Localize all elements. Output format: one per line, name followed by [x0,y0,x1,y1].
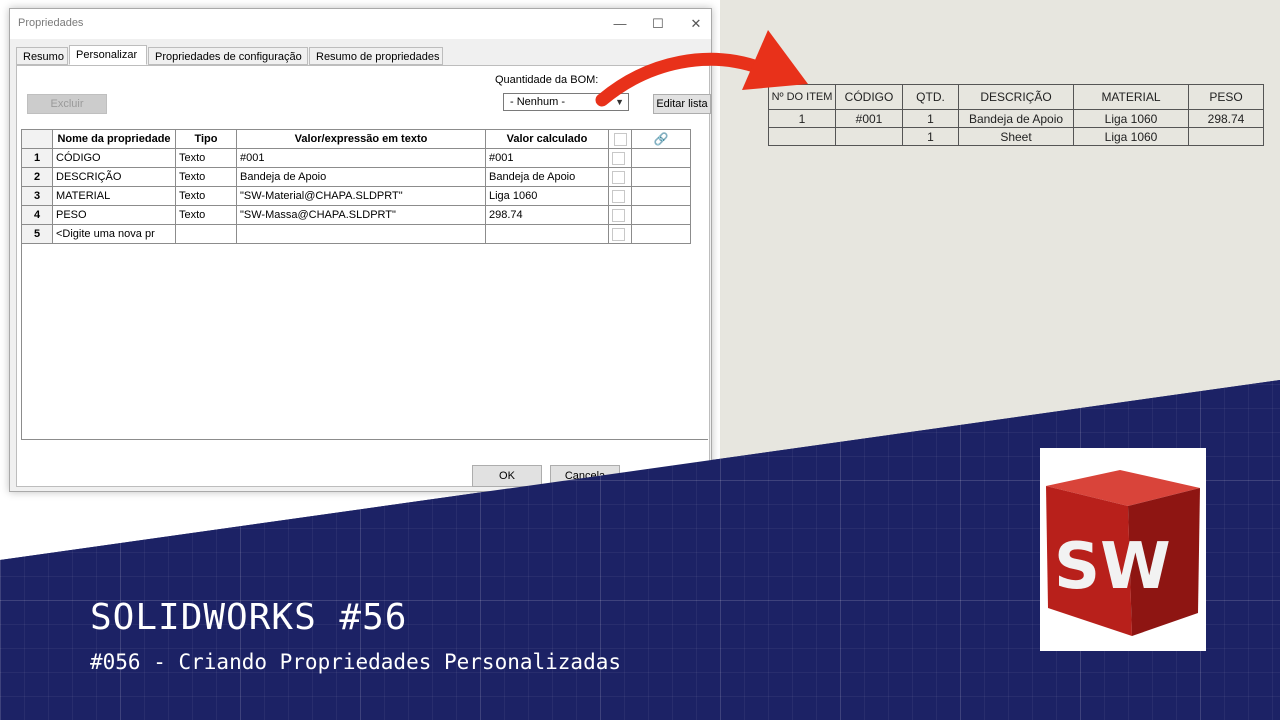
row-number: 4 [21,205,53,225]
cell-text-value[interactable]: Bandeja de Apoio [236,167,486,187]
tab-resumo[interactable]: Resumo [16,47,68,65]
tab-personalizar[interactable]: Personalizar [69,45,147,65]
row-number: 3 [21,186,53,206]
tab-resumo-propriedades[interactable]: Resumo de propriedades [309,47,443,65]
bom-cell: Sheet [958,127,1074,146]
table-row-new[interactable]: 5 <Digite uma nova pr [21,224,691,244]
tab-propriedades-configuracao[interactable]: Propriedades de configuração [148,47,308,65]
header-link-column: 🔗 [631,129,691,149]
bom-cell: 298.74 [1188,109,1264,128]
cell-link [631,186,691,206]
cell-link [631,148,691,168]
bom-header-qty: QTD. [902,84,959,110]
cell-property-name[interactable]: PESO [52,205,176,225]
bom-header-material: MATERIAL [1073,84,1189,110]
row-number: 1 [21,148,53,168]
bom-cell [768,127,836,146]
cell-type[interactable]: Texto [175,205,237,225]
bom-cell: Bandeja de Apoio [958,109,1074,128]
row-checkbox[interactable] [612,170,625,184]
cell-link [631,224,691,244]
bom-cell: #001 [835,109,903,128]
bom-row: 1 #001 1 Bandeja de Apoio Liga 1060 298.… [768,109,1264,128]
cell-checkbox[interactable] [608,167,632,187]
cell-computed-value: 298.74 [485,205,609,225]
row-number: 2 [21,167,53,187]
bom-cell: Liga 1060 [1073,109,1189,128]
cell-text-value[interactable]: "SW-Massa@CHAPA.SLDPRT" [236,205,486,225]
cell-computed-value: Bandeja de Apoio [485,167,609,187]
table-row[interactable]: 4 PESO Texto "SW-Massa@CHAPA.SLDPRT" 298… [21,205,691,225]
cell-type[interactable]: Texto [175,186,237,206]
cell-text-value[interactable]: "SW-Material@CHAPA.SLDPRT" [236,186,486,206]
header-checkbox-column[interactable] [608,129,632,149]
delete-button[interactable]: Excluir [27,94,107,114]
cell-link [631,205,691,225]
red-arrow-icon [595,30,808,107]
header-computed-value[interactable]: Valor calculado [485,129,609,149]
bom-cell [835,127,903,146]
logo-text: SW [1054,530,1171,604]
header-type[interactable]: Tipo [175,129,237,149]
cell-type[interactable]: Texto [175,167,237,187]
cell-computed-value [485,224,609,244]
bom-quantity-label: Quantidade da BOM: [495,74,599,86]
cell-checkbox[interactable] [608,224,632,244]
bom-table: Nº DO ITEM CÓDIGO QTD. DESCRIÇÃO MATERIA… [768,84,1264,146]
row-checkbox[interactable] [612,227,625,241]
cell-new-property-name[interactable]: <Digite uma nova pr [52,224,176,244]
ok-button[interactable]: OK [472,465,542,487]
cell-checkbox[interactable] [608,148,632,168]
cell-computed-value: Liga 1060 [485,186,609,206]
cell-checkbox[interactable] [608,186,632,206]
bom-header-description: DESCRIÇÃO [958,84,1074,110]
bom-header-weight: PESO [1188,84,1264,110]
table-row[interactable]: 2 DESCRIÇÃO Texto Bandeja de Apoio Bande… [21,167,691,187]
cell-text-value[interactable]: #001 [236,148,486,168]
row-checkbox[interactable] [612,189,625,203]
cell-property-name[interactable]: MATERIAL [52,186,176,206]
cell-property-name[interactable]: DESCRIÇÃO [52,167,176,187]
bom-cell [1188,127,1264,146]
select-all-checkbox[interactable] [613,132,627,146]
cell-text-value[interactable] [236,224,486,244]
bom-header-row: Nº DO ITEM CÓDIGO QTD. DESCRIÇÃO MATERIA… [768,84,1264,110]
bom-header-code: CÓDIGO [835,84,903,110]
dialog-title: Propriedades [18,17,84,29]
bom-quantity-value: - Nenhum - [510,96,566,108]
cell-link [631,167,691,187]
bom-cell: 1 [902,127,959,146]
header-property-name[interactable]: Nome da propriedade [52,129,176,149]
cell-type[interactable] [175,224,237,244]
video-subtitle: #056 - Criando Propriedades Personalizad… [90,650,622,674]
cell-type[interactable]: Texto [175,148,237,168]
solidworks-cube-icon: SW [1046,470,1200,636]
cell-property-name[interactable]: CÓDIGO [52,148,176,168]
bom-cell: 1 [902,109,959,128]
table-row[interactable]: 1 CÓDIGO Texto #001 #001 [21,148,691,168]
table-header-row: Nome da propriedade Tipo Valor/expressão… [21,129,691,149]
link-icon: 🔗 [653,132,669,146]
bom-cell: Liga 1060 [1073,127,1189,146]
table-row[interactable]: 3 MATERIAL Texto "SW-Material@CHAPA.SLDP… [21,186,691,206]
video-title: SOLIDWORKS #56 [90,597,408,638]
properties-table: Nome da propriedade Tipo Valor/expressão… [21,129,691,244]
header-text-value[interactable]: Valor/expressão em texto [236,129,486,149]
bom-row: 1 Sheet Liga 1060 [768,127,1264,146]
row-checkbox[interactable] [612,151,625,165]
row-number-header [21,129,53,149]
row-checkbox[interactable] [612,208,625,222]
cell-checkbox[interactable] [608,205,632,225]
cell-computed-value: #001 [485,148,609,168]
row-number: 5 [21,224,53,244]
tab-content-panel: Excluir Quantidade da BOM: - Nenhum - ▼ … [16,65,711,487]
solidworks-logo: SW [1040,448,1206,651]
